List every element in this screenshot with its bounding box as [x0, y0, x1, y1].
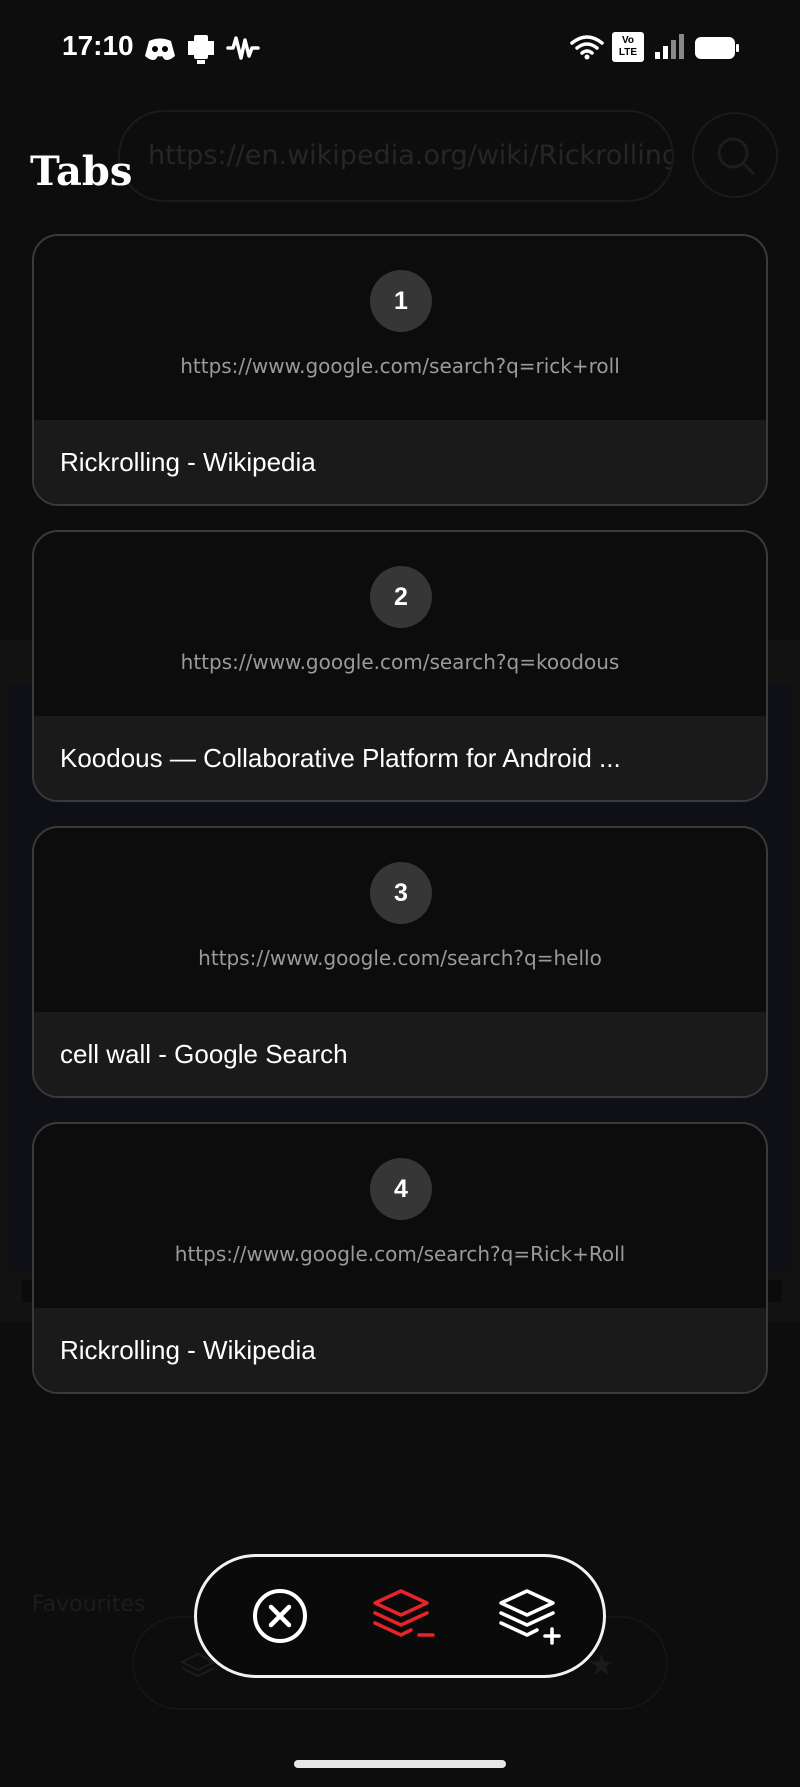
- battery-icon: [695, 37, 739, 59]
- status-bar: 17:10 Vo LTE: [0, 0, 800, 96]
- close-all-tabs-button[interactable]: [371, 1583, 437, 1649]
- tab-number-badge: 2: [370, 566, 432, 628]
- tab-title: Rickrolling - Wikipedia: [60, 1335, 316, 1365]
- tab-card-1[interactable]: 1 https://www.google.com/search?q=rick+r…: [32, 234, 768, 506]
- tab-number-badge: 4: [370, 1158, 432, 1220]
- discord-icon: [145, 38, 175, 60]
- cellular-signal-icon: [655, 34, 684, 59]
- tab-action-bar: [194, 1554, 606, 1678]
- tab-card-2[interactable]: 2 https://www.google.com/search?q=koodou…: [32, 530, 768, 802]
- audio-wave-icon: [226, 36, 260, 60]
- search-icon: [717, 137, 756, 176]
- volte-icon: Vo LTE: [612, 32, 644, 62]
- tab-list: 1 https://www.google.com/search?q=rick+r…: [32, 234, 768, 1418]
- background-favourites-label: Favourites: [32, 1592, 146, 1617]
- volte-top-label: Vo: [621, 35, 635, 46]
- new-tab-button[interactable]: [497, 1583, 563, 1649]
- tab-title: Rickrolling - Wikipedia: [60, 447, 316, 477]
- phone-mirror-icon: [188, 35, 214, 64]
- tab-url: https://www.google.com/search?q=Rick+Rol…: [174, 1242, 626, 1266]
- tab-url: https://www.google.com/search?q=hello: [198, 946, 602, 970]
- status-time: 17:10: [62, 30, 134, 61]
- tab-url: https://www.google.com/search?q=koodous: [180, 650, 620, 674]
- tab-footer: Rickrolling - Wikipedia: [34, 420, 766, 504]
- home-indicator[interactable]: [294, 1760, 506, 1768]
- tab-title: Koodous — Collaborative Platform for And…: [60, 743, 621, 773]
- page-title: Tabs: [30, 148, 133, 195]
- tab-footer: Koodous — Collaborative Platform for And…: [34, 716, 766, 800]
- tab-number-badge: 1: [370, 270, 432, 332]
- close-tab-button[interactable]: [247, 1583, 313, 1649]
- tab-footer: cell wall - Google Search: [34, 1012, 766, 1096]
- volte-bottom-label: LTE: [618, 47, 638, 58]
- tab-card-4[interactable]: 4 https://www.google.com/search?q=Rick+R…: [32, 1122, 768, 1394]
- background-url-bar: https://en.wikipedia.org/wiki/Rickrollin…: [118, 110, 674, 202]
- close-circle-icon: [253, 1589, 307, 1643]
- layers-minus-icon: [373, 1589, 435, 1637]
- tab-title: cell wall - Google Search: [60, 1039, 348, 1069]
- tab-card-3[interactable]: 3 https://www.google.com/search?q=hello …: [32, 826, 768, 1098]
- wifi-icon: [570, 35, 604, 60]
- layers-plus-icon: [499, 1589, 561, 1645]
- background-search-button: [692, 112, 778, 198]
- tab-number-badge: 3: [370, 862, 432, 924]
- tab-url: https://www.google.com/search?q=rick+rol…: [180, 354, 620, 378]
- tab-footer: Rickrolling - Wikipedia: [34, 1308, 766, 1392]
